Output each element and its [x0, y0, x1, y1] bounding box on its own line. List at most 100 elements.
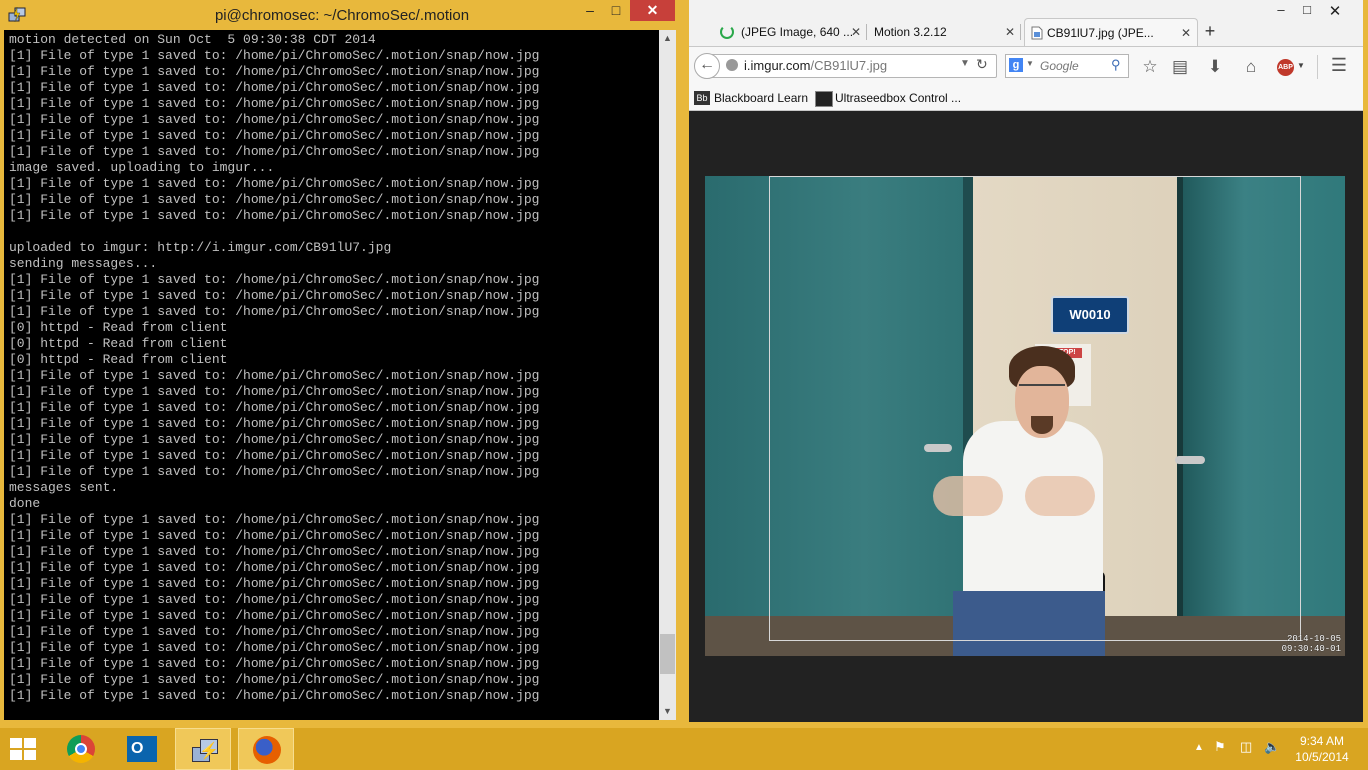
action-center-icon[interactable]: ⚑ [1214, 739, 1226, 755]
camera-timestamp: 2014-10-05 09:30:40-01 [1282, 634, 1341, 654]
terminal-line: [1] File of type 1 saved to: /home/pi/Ch… [9, 608, 540, 623]
terminal-line: [1] File of type 1 saved to: /home/pi/Ch… [9, 144, 540, 159]
downloads-icon[interactable]: ⬇ [1204, 57, 1226, 77]
bookmark-ultraseedbox[interactable]: Ultraseedbox Control ... [835, 91, 961, 105]
scroll-up-arrow-icon[interactable]: ▲ [659, 30, 676, 47]
terminal-window: pi@chromosec: ~/ChromoSec/.motion – □ ✕ … [0, 0, 684, 728]
search-placeholder: Google [1040, 59, 1079, 73]
tab-label: Motion 3.2.12 [874, 25, 947, 39]
tab-jpeg-image[interactable]: (JPEG Image, 640 ... ✕ [697, 18, 867, 46]
network-icon[interactable]: ◫ [1240, 739, 1252, 755]
page-icon [1031, 26, 1043, 40]
terminal-line: [1] File of type 1 saved to: /home/pi/Ch… [9, 656, 540, 671]
outlook-icon: O [127, 736, 157, 762]
taskbar-firefox[interactable] [238, 728, 294, 770]
taskbar: O ⚡ ▲ ⚑ ◫ 🔈 9:34 AM 10/5/2014 [0, 728, 1368, 770]
history-dropdown-icon[interactable]: ▼ [960, 58, 970, 69]
scroll-down-arrow-icon[interactable]: ▼ [659, 703, 676, 720]
bookmark-star-icon[interactable]: ☆ [1139, 57, 1161, 77]
terminal-line: [1] File of type 1 saved to: /home/pi/Ch… [9, 560, 540, 575]
tab-close-icon[interactable]: ✕ [1005, 18, 1015, 46]
terminal-line: [0] httpd - Read from client [9, 352, 228, 367]
terminal-line: [1] File of type 1 saved to: /home/pi/Ch… [9, 112, 540, 127]
reload-icon[interactable]: ↻ [976, 56, 988, 73]
start-button[interactable] [0, 728, 56, 770]
terminal-line: [1] File of type 1 saved to: /home/pi/Ch… [9, 544, 540, 559]
terminal-line: [1] File of type 1 saved to: /home/pi/Ch… [9, 64, 540, 79]
tab-close-icon[interactable]: ✕ [851, 18, 861, 46]
terminal-line: [1] File of type 1 saved to: /home/pi/Ch… [9, 48, 540, 63]
bookmarks-menu-icon[interactable]: ▤ [1169, 57, 1191, 77]
url-bar[interactable]: i.imgur.com/CB91lU7.jpg ▼ ↻ [711, 54, 997, 78]
terminal-line: [1] File of type 1 saved to: /home/pi/Ch… [9, 576, 540, 591]
terminal-line: [1] File of type 1 saved to: /home/pi/Ch… [9, 208, 540, 223]
terminal-line: [1] File of type 1 saved to: /home/pi/Ch… [9, 464, 540, 479]
terminal-scrollbar[interactable]: ▲ ▼ [659, 30, 676, 720]
back-arrow-icon: ← [699, 56, 715, 73]
browser-frame: – □ ✕ (JPEG Image, 640 ... ✕ Motion 3.2.… [689, 0, 1363, 722]
taskbar-putty[interactable]: ⚡ [175, 728, 231, 770]
terminal-output[interactable]: motion detected on Sun Oct 5 09:30:38 CD… [4, 30, 659, 720]
webcam-snapshot[interactable]: W0010 STOP! 2014-10-05 09:30:40-01 [705, 176, 1345, 656]
system-clock[interactable]: 9:34 AM 10/5/2014 [1290, 733, 1354, 765]
navigation-toolbar: i.imgur.com/CB91lU7.jpg ▼ ↻ ← g ▼ Google… [689, 46, 1363, 87]
terminal-line: [1] File of type 1 saved to: /home/pi/Ch… [9, 368, 540, 383]
search-engine-dropdown-icon[interactable]: ▼ [1026, 59, 1034, 68]
terminal-titlebar[interactable]: pi@chromosec: ~/ChromoSec/.motion – □ ✕ [0, 0, 684, 30]
terminal-line: [1] File of type 1 saved to: /home/pi/Ch… [9, 512, 540, 527]
terminal-line: motion detected on Sun Oct 5 09:30:38 CD… [9, 32, 376, 47]
back-button[interactable]: ← [694, 53, 720, 79]
tab-close-icon[interactable]: ✕ [1181, 19, 1191, 47]
terminal-line: [1] File of type 1 saved to: /home/pi/Ch… [9, 400, 540, 415]
windows-logo-icon [10, 738, 36, 760]
terminal-line: [1] File of type 1 saved to: /home/pi/Ch… [9, 96, 540, 111]
bookmark-blackboard[interactable]: Blackboard Learn [714, 91, 808, 105]
tab-bar: (JPEG Image, 640 ... ✕ Motion 3.2.12 ✕ C… [689, 18, 1363, 47]
terminal-line: [1] File of type 1 saved to: /home/pi/Ch… [9, 272, 540, 287]
terminal-line: uploaded to imgur: http://i.imgur.com/CB… [9, 240, 392, 255]
terminal-lines: motion detected on Sun Oct 5 09:30:38 CD… [4, 30, 659, 704]
maximize-button[interactable]: □ [603, 0, 629, 21]
taskbar-chrome[interactable] [53, 728, 109, 770]
scroll-thumb[interactable] [660, 634, 675, 674]
tab-label: CB91lU7.jpg (JPE... [1047, 26, 1154, 40]
firefox-icon [253, 736, 281, 764]
maximize-button[interactable]: □ [1294, 2, 1320, 17]
terminal-line: [1] File of type 1 saved to: /home/pi/Ch… [9, 128, 540, 143]
terminal-line: messages sent. [9, 480, 119, 495]
terminal-line: [1] File of type 1 saved to: /home/pi/Ch… [9, 672, 540, 687]
terminal-line: [1] File of type 1 saved to: /home/pi/Ch… [9, 304, 540, 319]
new-tab-button[interactable]: + [1199, 18, 1221, 46]
url-host: i.imgur.com [744, 58, 811, 73]
hamburger-menu-icon[interactable]: ☰ [1329, 55, 1349, 76]
home-icon[interactable]: ⌂ [1240, 57, 1262, 77]
clock-time: 9:34 AM [1299, 734, 1345, 748]
volume-icon[interactable]: 🔈 [1264, 739, 1280, 755]
timestamp-time: 09:30:40-01 [1281, 644, 1341, 654]
minimize-button[interactable]: – [577, 0, 603, 21]
terminal-line: [0] httpd - Read from client [9, 320, 228, 335]
clock-date: 10/5/2014 [1295, 750, 1349, 764]
tab-motion[interactable]: Motion 3.2.12 ✕ [867, 18, 1021, 46]
tab-imgur-image[interactable]: CB91lU7.jpg (JPE... ✕ [1024, 18, 1198, 47]
search-bar[interactable]: g ▼ Google ⚲ [1005, 54, 1129, 78]
minimize-button[interactable]: – [1268, 2, 1294, 17]
terminal-line: [1] File of type 1 saved to: /home/pi/Ch… [9, 432, 540, 447]
timestamp-date: 2014-10-05 [1286, 634, 1341, 644]
google-icon[interactable]: g [1009, 58, 1023, 72]
close-button[interactable]: ✕ [630, 0, 675, 21]
toolbar-separator [1317, 55, 1318, 79]
terminal-line: sending messages... [9, 256, 158, 271]
adblock-dropdown-icon[interactable]: ▼ [1297, 61, 1305, 70]
tray-expand-icon[interactable]: ▲ [1194, 742, 1204, 753]
terminal-line: [1] File of type 1 saved to: /home/pi/Ch… [9, 416, 540, 431]
outlook-letter: O [131, 740, 144, 757]
taskbar-outlook[interactable]: O [114, 728, 170, 770]
terminal-line: [1] File of type 1 saved to: /home/pi/Ch… [9, 592, 540, 607]
search-icon[interactable]: ⚲ [1111, 57, 1121, 73]
terminal-line: [1] File of type 1 saved to: /home/pi/Ch… [9, 624, 540, 639]
blackboard-icon: Bb [694, 91, 710, 105]
terminal-line: [1] File of type 1 saved to: /home/pi/Ch… [9, 80, 540, 95]
adblock-icon[interactable]: ABP [1277, 59, 1294, 76]
terminal-line: [1] File of type 1 saved to: /home/pi/Ch… [9, 176, 540, 191]
